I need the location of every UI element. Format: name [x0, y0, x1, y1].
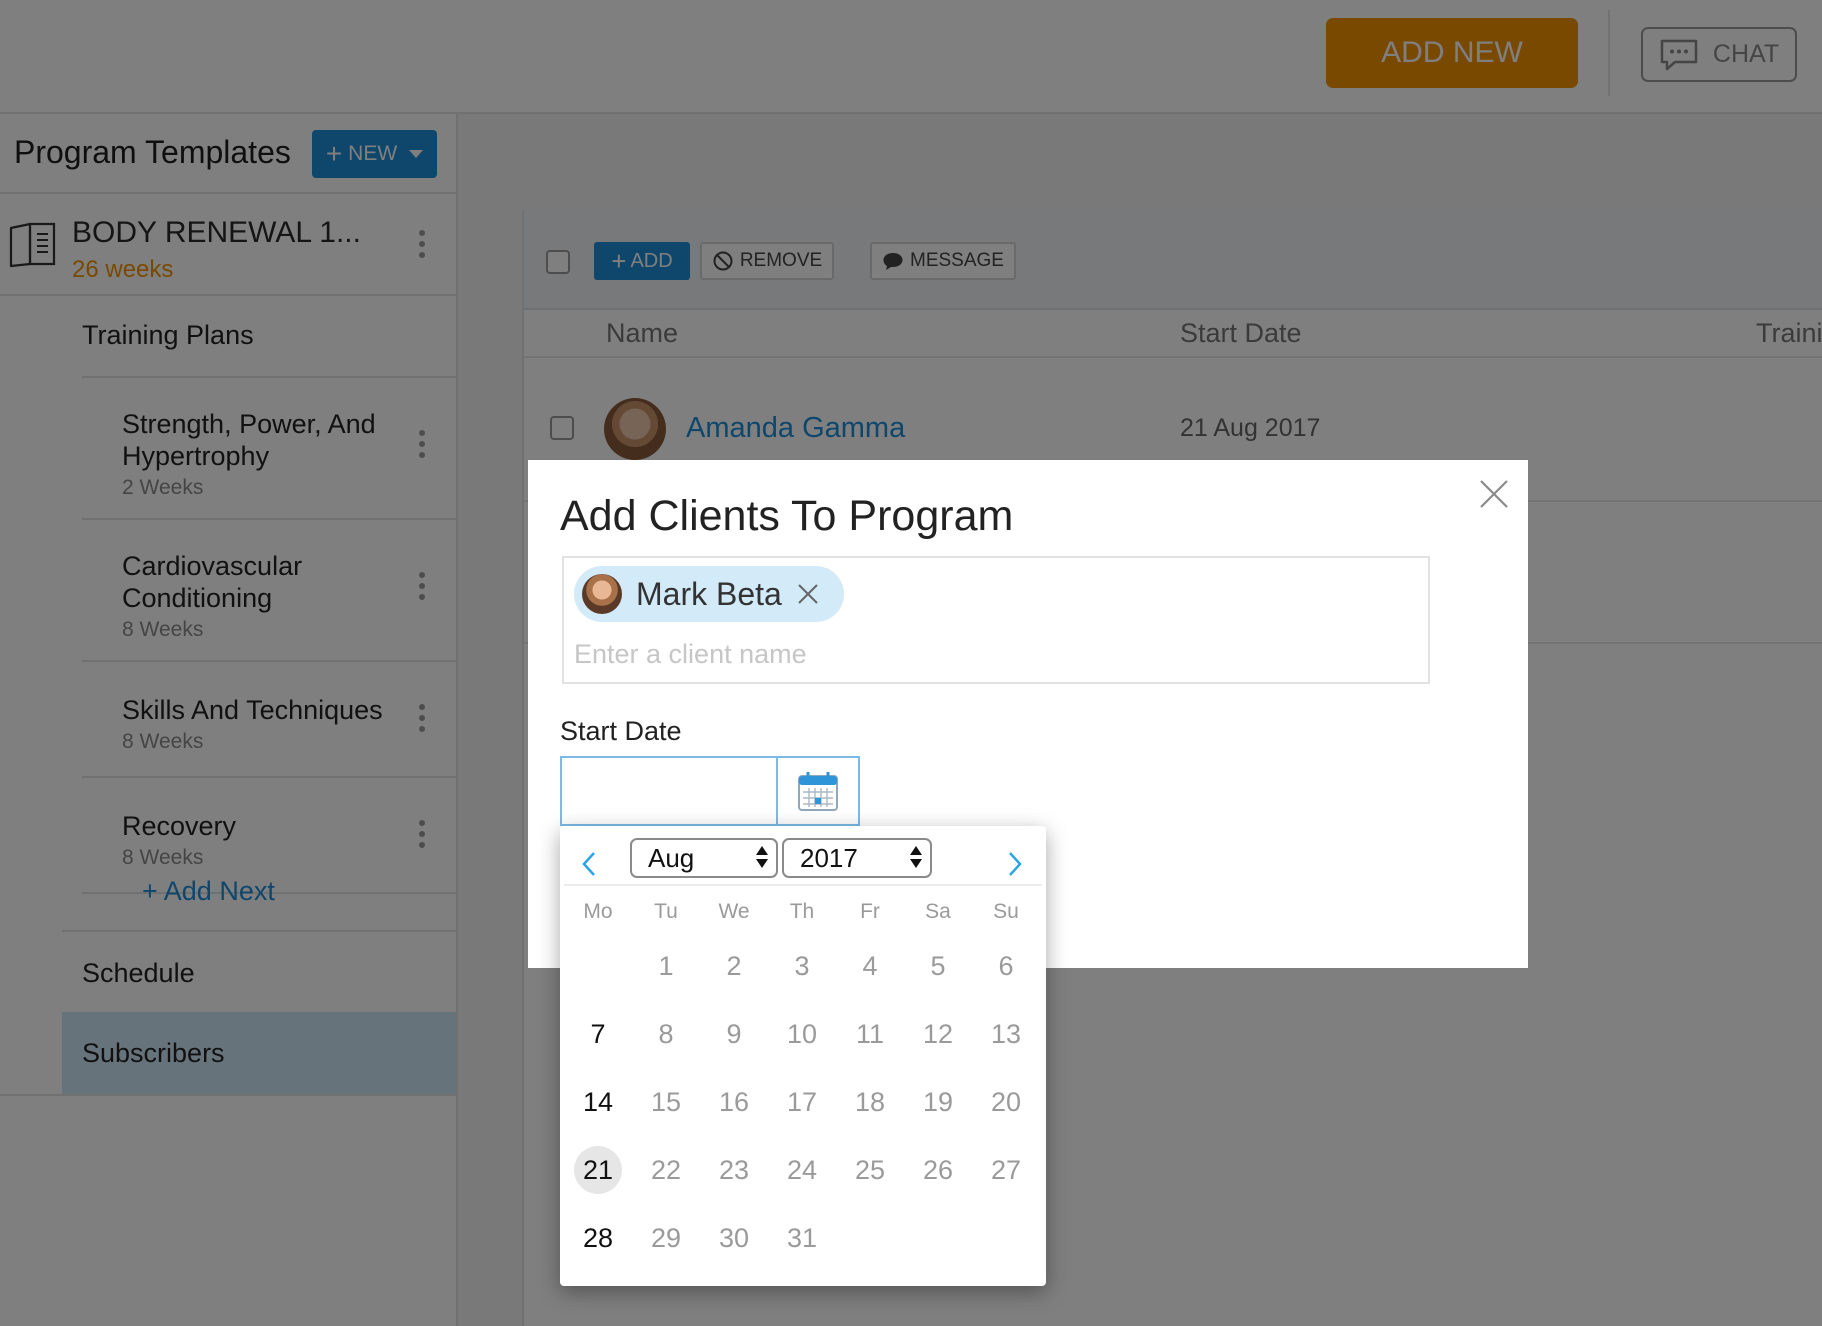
select-arrows-icon [756, 846, 768, 868]
modal-title: Add Clients To Program [560, 492, 1014, 540]
chevron-left-icon [582, 852, 595, 876]
calendar-day-number: 13 [990, 1018, 1022, 1049]
calendar-day: 9 [700, 1000, 768, 1068]
calendar-day-number: 6 [998, 950, 1014, 981]
calendar-day-number: 22 [650, 1154, 682, 1185]
calendar-day-number: 27 [990, 1154, 1022, 1185]
calendar-day-number: 11 [855, 1018, 885, 1049]
calendar-day[interactable]: 28 [564, 1204, 632, 1272]
calendar-day: 16 [700, 1068, 768, 1136]
calendar-day-number: 31 [786, 1222, 818, 1253]
weekday-label: Su [993, 900, 1019, 923]
calendar-day: 17 [768, 1068, 836, 1136]
calendar-day: 15 [632, 1068, 700, 1136]
calendar-day-number: 26 [922, 1154, 954, 1185]
calendar-day-number: 8 [658, 1018, 674, 1049]
calendar-day: 29 [632, 1204, 700, 1272]
calendar-day-number: 14 [582, 1086, 614, 1117]
calendar-day: 6 [972, 932, 1040, 1000]
calendar-grid: Mo Tu We Th Fr Sa Su 1 2 3 4 5 6 7 8 9 10 11 12 13 14… [564, 892, 1040, 1272]
month-select[interactable]: Aug [630, 838, 778, 878]
calendar-day: 12 [904, 1000, 972, 1068]
calendar-day-number: 1 [658, 950, 674, 981]
close-icon[interactable] [1478, 478, 1510, 510]
calendar-day[interactable]: 14 [564, 1068, 632, 1136]
calendar-day: 10 [768, 1000, 836, 1068]
weekday-label: Mo [583, 900, 613, 923]
calendar-day: 20 [972, 1068, 1040, 1136]
remove-client-icon[interactable] [796, 582, 820, 606]
datepicker-popup: Aug 2017 Mo Tu We Th Fr Sa Su 1234567891… [560, 826, 1046, 1286]
calendar-day-number: 3 [794, 950, 810, 981]
calendar-day-number: 18 [854, 1086, 886, 1117]
start-date-input[interactable] [560, 756, 778, 826]
calendar-day-number: 12 [922, 1018, 954, 1049]
calendar-day-number: 19 [922, 1086, 954, 1117]
weekday-label: Sa [925, 900, 951, 923]
calendar-day-number: 17 [786, 1086, 818, 1117]
calendar-empty-cell [564, 932, 632, 1000]
calendar-day-number: 5 [930, 950, 946, 981]
calendar-day[interactable]: 21 [564, 1136, 632, 1204]
avatar [582, 574, 622, 614]
year-value: 2017 [800, 842, 858, 873]
client-picker[interactable]: Mark Beta [562, 556, 1430, 684]
calendar-day: 27 [972, 1136, 1040, 1204]
calendar-button[interactable] [776, 756, 860, 826]
calendar-day: 24 [768, 1136, 836, 1204]
year-select[interactable]: 2017 [782, 838, 932, 878]
calendar-day: 13 [972, 1000, 1040, 1068]
calendar-day: 26 [904, 1136, 972, 1204]
calendar-day[interactable]: 7 [564, 1000, 632, 1068]
next-month-button[interactable] [1000, 846, 1030, 882]
calendar-day-number: 7 [590, 1018, 606, 1049]
calendar-day: 2 [700, 932, 768, 1000]
calendar-day: 31 [768, 1204, 836, 1272]
calendar-day: 25 [836, 1136, 904, 1204]
calendar-day-number: 10 [786, 1018, 818, 1049]
calendar-day: 3 [768, 932, 836, 1000]
calendar-day-number: 16 [718, 1086, 750, 1117]
month-value: Aug [648, 842, 695, 873]
calendar-day-number: 24 [786, 1154, 818, 1185]
calendar-day-number: 2 [726, 950, 742, 981]
calendar-icon [798, 772, 838, 811]
calendar-day: 19 [904, 1068, 972, 1136]
calendar-day: 5 [904, 932, 972, 1000]
calendar-day-number: 29 [650, 1222, 682, 1253]
calendar-day: 1 [632, 932, 700, 1000]
calendar-day: 30 [700, 1204, 768, 1272]
prev-month-button[interactable] [574, 846, 604, 882]
start-date-label: Start Date [560, 716, 682, 746]
weekday-label: Tu [654, 900, 678, 923]
calendar-day-number: 23 [718, 1154, 750, 1185]
weekday-label: Th [789, 900, 815, 923]
calendar-day-number: 4 [862, 950, 878, 981]
select-arrows-icon [910, 846, 922, 868]
divider [564, 884, 1042, 886]
weekday-label: We [718, 900, 750, 923]
calendar-day-number: 9 [726, 1018, 742, 1049]
calendar-day-number: 21 [574, 1146, 622, 1194]
calendar-day: 18 [836, 1068, 904, 1136]
calendar-day: 23 [700, 1136, 768, 1204]
calendar-day-number: 30 [718, 1222, 750, 1253]
calendar-day-number: 15 [650, 1086, 682, 1117]
calendar-day: 4 [836, 932, 904, 1000]
calendar-day: 11 [836, 1000, 904, 1068]
calendar-day: 22 [632, 1136, 700, 1204]
calendar-day-number: 25 [854, 1154, 886, 1185]
client-chip-name: Mark Beta [636, 575, 782, 612]
client-search-input[interactable] [574, 634, 1414, 674]
calendar-day: 8 [632, 1000, 700, 1068]
calendar-day-number: 20 [990, 1086, 1022, 1117]
client-chip: Mark Beta [574, 566, 844, 622]
chevron-right-icon [1009, 852, 1022, 876]
weekday-label: Fr [860, 900, 880, 923]
calendar-day-number: 28 [582, 1222, 614, 1253]
